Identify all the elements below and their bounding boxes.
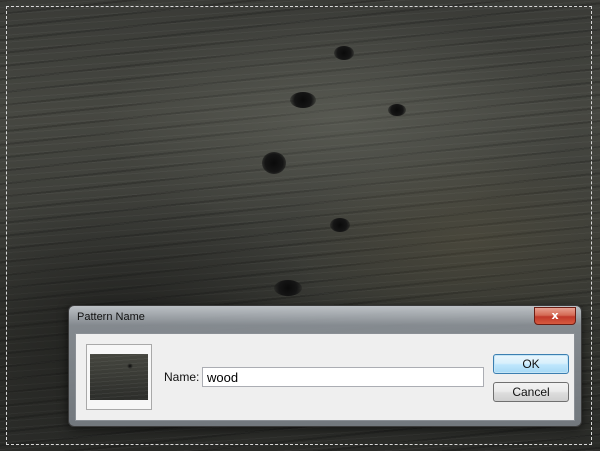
pattern-name-input[interactable]: [202, 367, 484, 387]
ok-button[interactable]: OK: [493, 354, 569, 374]
pattern-preview: [86, 344, 152, 410]
wood-knot: [290, 92, 316, 108]
wood-knot: [388, 104, 406, 116]
wood-knot: [274, 280, 302, 296]
dialog-body: Name: OK Cancel: [75, 333, 575, 421]
wood-knot: [262, 152, 286, 174]
dialog-title: Pattern Name: [77, 311, 145, 323]
pattern-preview-thumbnail: [90, 354, 148, 400]
pattern-name-dialog: Pattern Name x Name: OK Cancel: [68, 305, 582, 427]
close-icon: x: [551, 309, 559, 322]
close-button[interactable]: x: [534, 307, 576, 325]
dialog-titlebar[interactable]: Pattern Name x: [69, 306, 581, 330]
wood-knot: [334, 46, 354, 60]
document-canvas[interactable]: Pattern Name x Name: OK Cancel: [0, 0, 600, 451]
name-label: Name:: [164, 370, 200, 384]
wood-knot: [330, 218, 350, 232]
cancel-button[interactable]: Cancel: [493, 382, 569, 402]
